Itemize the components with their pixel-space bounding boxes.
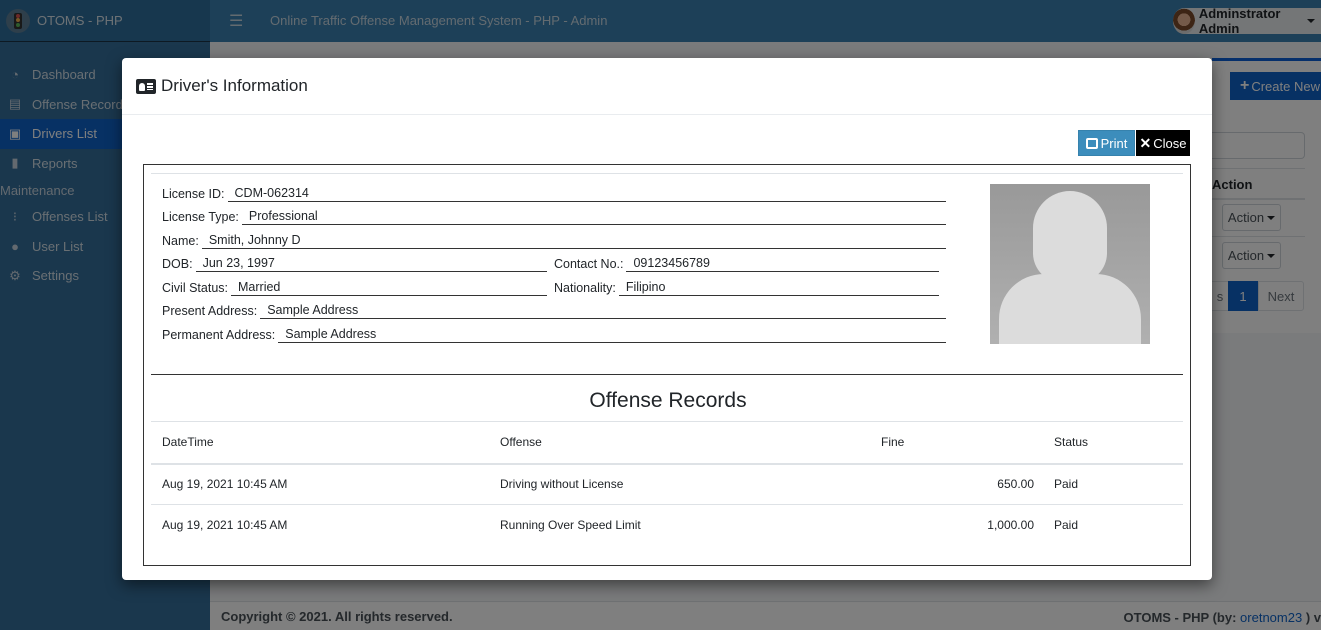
print-label: Print — [1100, 135, 1128, 151]
field-value: Professional — [241, 209, 946, 225]
field-contact: Contact No.: 09123456789 — [554, 256, 939, 272]
table-header-row: DateTime Offense Fine Status — [151, 421, 1183, 465]
driver-photo-placeholder — [990, 184, 1150, 344]
field-label: Civil Status: — [162, 281, 228, 295]
field-label: Present Address: — [162, 304, 258, 318]
table-row: Aug 19, 2021 10:45 AM Driving without Li… — [151, 463, 1183, 505]
modal-header: Driver's Information — [122, 58, 1212, 115]
field-nationality: Nationality: Filipino — [554, 280, 939, 296]
cell-fine: 650.00 — [881, 463, 1043, 505]
column-header-fine: Fine — [881, 421, 1043, 465]
field-label: Permanent Address: — [162, 328, 276, 342]
field-civil-status: Civil Status: Married — [162, 280, 547, 296]
offense-records-table: DateTime Offense Fine Status Aug 19, 202… — [151, 421, 1183, 546]
divider — [151, 374, 1183, 375]
avatar-silhouette-body — [999, 274, 1141, 344]
cell-datetime: Aug 19, 2021 10:45 AM — [162, 518, 288, 533]
field-label: Name: — [162, 234, 199, 248]
field-license-id: License ID: CDM-062314 — [162, 186, 946, 202]
field-value: Married — [231, 280, 547, 296]
cell-offense: Driving without License — [489, 463, 881, 505]
field-present-address: Present Address: Sample Address — [162, 303, 946, 319]
print-button[interactable]: Print — [1078, 130, 1135, 156]
field-name: Name: Smith, Johnny D — [162, 233, 946, 249]
cell-status: Paid — [1054, 518, 1079, 533]
field-label: License Type: — [162, 210, 239, 224]
modal-actions: Print ✕ Close — [1078, 130, 1190, 156]
field-value: Smith, Johnny D — [201, 233, 946, 249]
field-license-type: License Type: Professional — [162, 209, 946, 225]
cell-fine: 1,000.00 — [987, 518, 1034, 533]
field-value: Jun 23, 1997 — [195, 256, 547, 272]
printable-area: License ID: CDM-062314 License Type: Pro… — [143, 164, 1191, 566]
field-value: Filipino — [618, 280, 939, 296]
table-row: Aug 19, 2021 10:45 AM Running Over Speed… — [151, 505, 1183, 546]
offense-records-title: Offense Records — [589, 389, 747, 412]
column-header-status: Status — [1043, 421, 1183, 465]
close-icon: ✕ — [1139, 134, 1152, 151]
cell-offense: Running Over Speed Limit — [500, 518, 641, 533]
field-label: License ID: — [162, 187, 225, 201]
field-permanent-address: Permanent Address: Sample Address — [162, 327, 946, 343]
driver-info-modal: Driver's Information Print ✕ Close Licen… — [122, 58, 1212, 580]
modal-title: Driver's Information — [136, 76, 308, 96]
avatar-silhouette-head — [1033, 191, 1107, 283]
column-header-offense: Offense — [489, 421, 881, 465]
cell-status: Paid — [1043, 463, 1183, 505]
field-dob: DOB: Jun 23, 1997 — [162, 256, 547, 272]
field-label: Nationality: — [554, 281, 616, 295]
field-label: Contact No.: — [554, 257, 624, 271]
column-header-datetime: DateTime — [151, 421, 489, 465]
field-label: DOB: — [162, 257, 193, 271]
close-button[interactable]: ✕ Close — [1136, 130, 1190, 156]
divider — [151, 173, 1183, 174]
close-label: Close — [1153, 135, 1187, 151]
field-value: Sample Address — [260, 303, 946, 319]
field-value: Sample Address — [278, 327, 946, 343]
modal-title-text: Driver's Information — [161, 76, 308, 95]
id-card-icon — [136, 78, 156, 94]
field-value: 09123456789 — [626, 256, 939, 272]
print-icon — [1085, 137, 1098, 149]
field-value: CDM-062314 — [227, 186, 946, 202]
cell-datetime: Aug 19, 2021 10:45 AM — [151, 463, 489, 505]
